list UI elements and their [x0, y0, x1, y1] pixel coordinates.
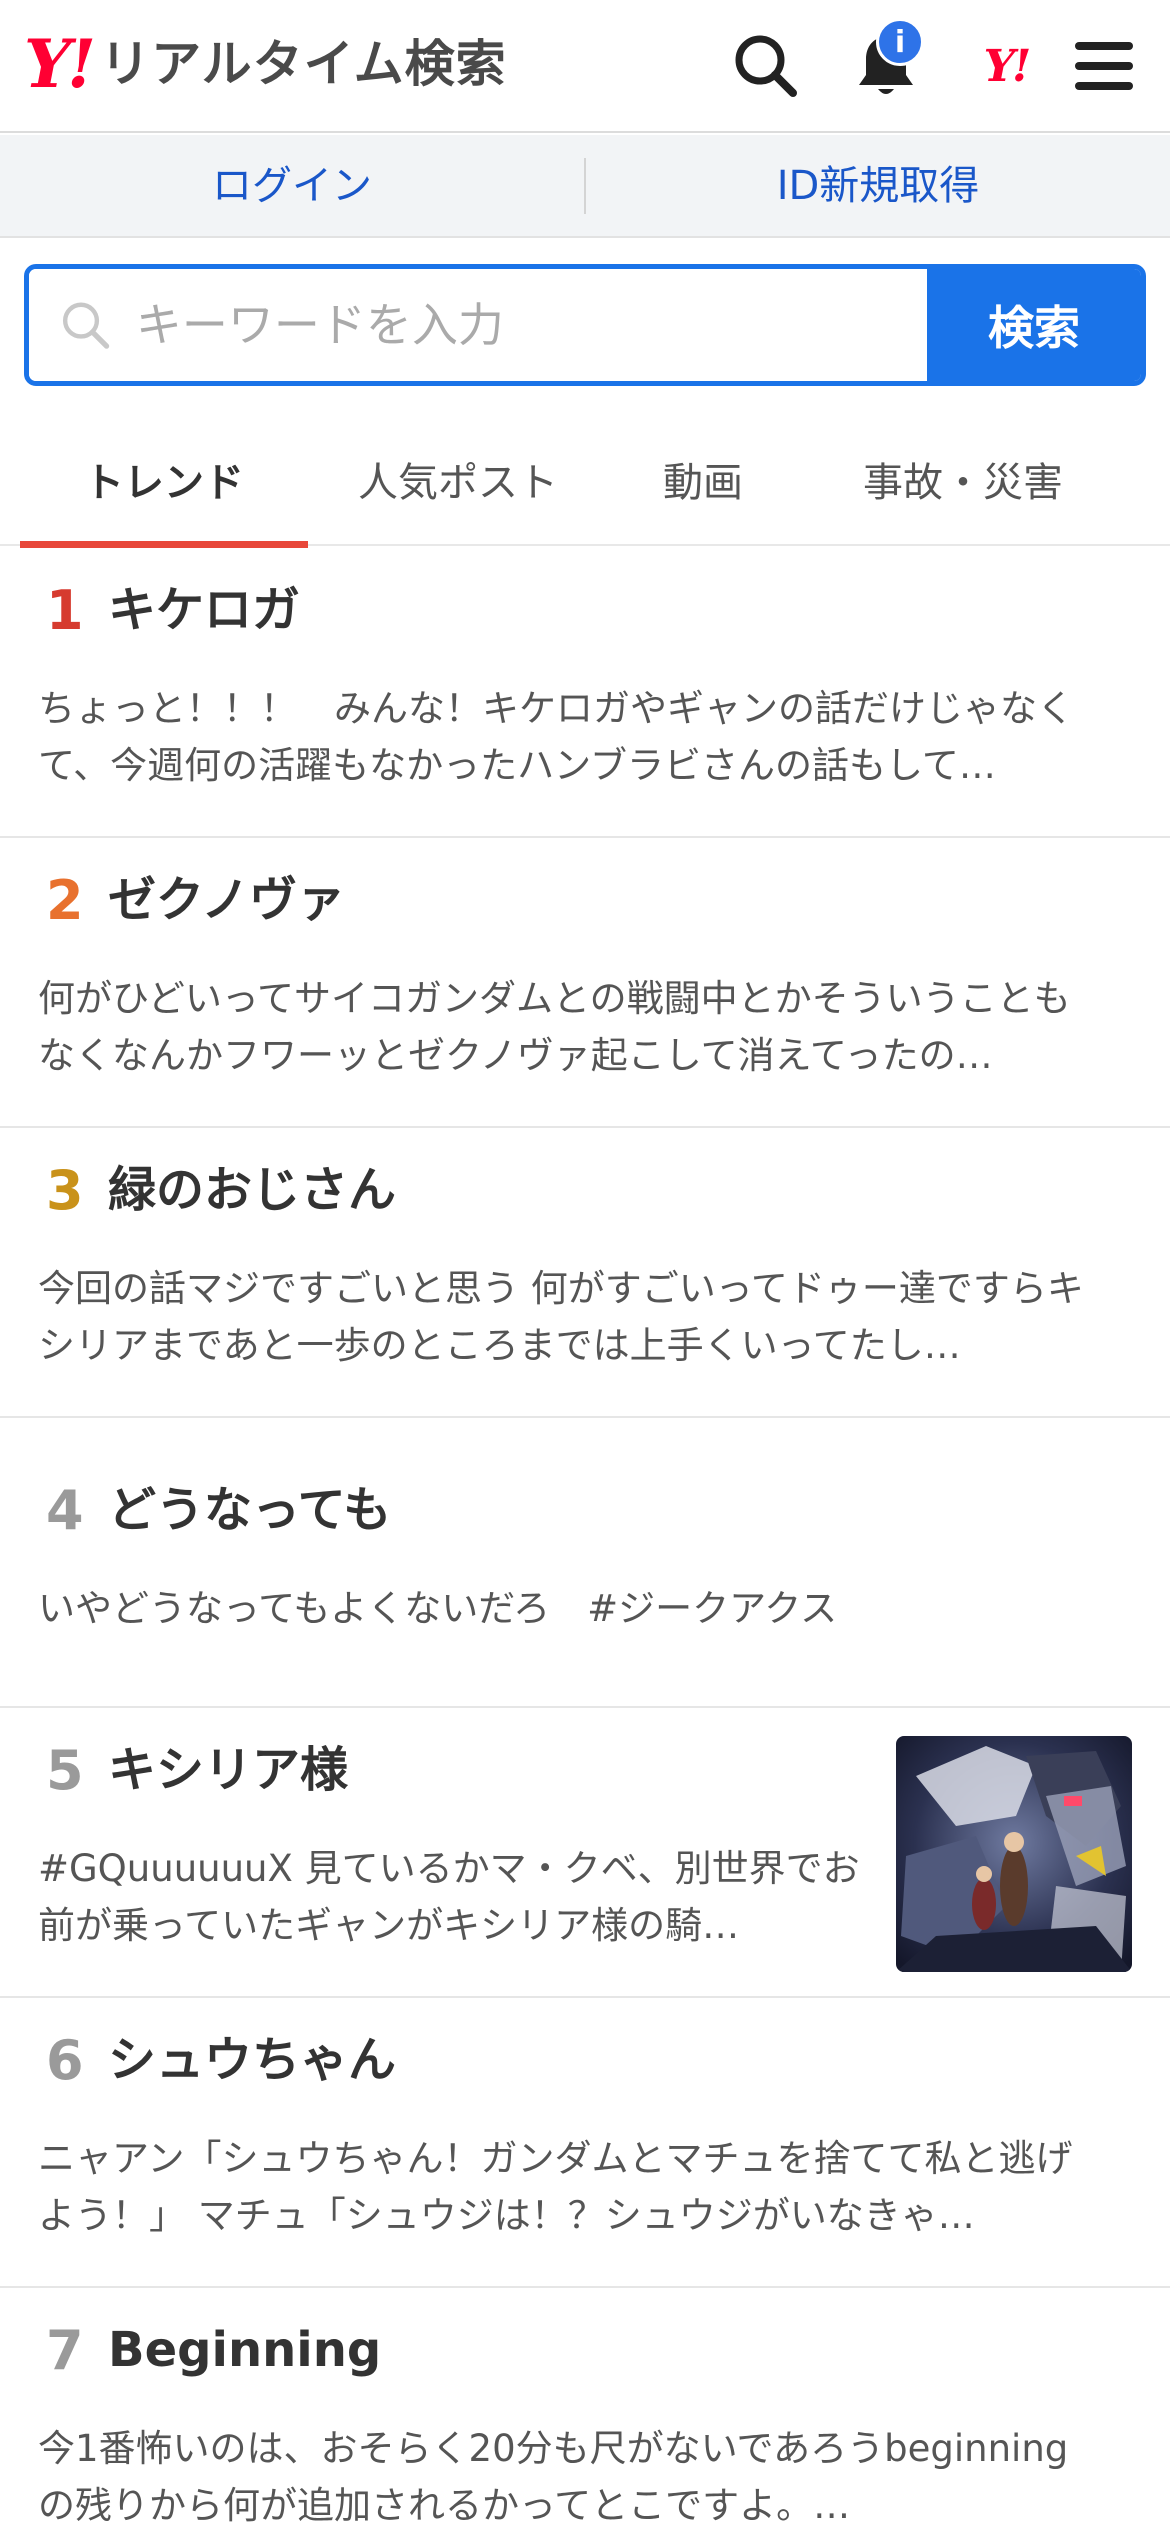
trend-item-2[interactable]: 2 ゼクノヴァ 何がひどいってサイコガンダムとの戦闘中とかそういうこともなくなん… — [0, 838, 1170, 1128]
trend-item-3[interactable]: 3 緑のおじさん 今回の話マジですごいと思う 何がすごいってドゥー達ですらキシリ… — [0, 1128, 1170, 1418]
trend-description: ちょっと！！！ みんな！キケロガやギャンの話だけじゃなくて、今週何の活躍もなかっ… — [38, 687, 1074, 787]
hamburger-menu-icon[interactable] — [1066, 28, 1142, 104]
trend-description: いやどうなってもよくないだろ #ジークアクス — [38, 1587, 838, 1630]
trend-title: 緑のおじさん — [108, 1162, 397, 1218]
yahoo-japan-icon[interactable]: Y! — [968, 28, 1044, 104]
logo-title: リアルタイム検索 — [100, 35, 507, 93]
search-icon[interactable] — [728, 28, 804, 104]
tab-trend[interactable]: トレンド — [20, 412, 308, 548]
tab-popular-posts[interactable]: 人気ポスト — [308, 412, 608, 546]
trend-item-1[interactable]: 1 キケロガ ちょっと！！！ みんな！キケロガやギャンの話だけじゃなくて、今週何… — [0, 548, 1170, 838]
yahoo-logo-mark: Y! — [24, 25, 96, 103]
trend-title: キケロガ — [108, 582, 301, 638]
trend-rank: 4 — [46, 1479, 84, 1542]
trend-description: 今回の話マジですごいと思う 何がすごいってドゥー達ですらキシリアまであと一歩のと… — [38, 1267, 1084, 1367]
trend-item-4[interactable]: 4 どうなっても いやどうなってもよくないだろ #ジークアクス — [0, 1418, 1170, 1708]
trend-item-7[interactable]: 7 Beginning 今1番怖いのは、おそらく20分も尺がないであろうbegi… — [0, 2288, 1170, 2528]
login-link[interactable]: ログイン — [0, 166, 584, 206]
trend-description: 何がひどいってサイコガンダムとの戦闘中とかそういうこともなくなんかフワーッとゼク… — [38, 977, 1071, 1077]
trend-title: キシリア様 — [108, 1742, 349, 1798]
notification-bell-icon[interactable]: i — [848, 18, 924, 104]
trend-list: 1 キケロガ ちょっと！！！ みんな！キケロガやギャンの話だけじゃなくて、今週何… — [0, 548, 1170, 2528]
trend-thumbnail-image[interactable] — [896, 1736, 1132, 1972]
tab-videos[interactable]: 動画 — [608, 412, 798, 546]
search-field-icon — [62, 302, 110, 349]
trend-rank: 2 — [46, 869, 84, 932]
trend-item-6[interactable]: 6 シュウちゃん ニャアン「シュウちゃん！ガンダムとマチュを捨てて私と逃げよう！… — [0, 1998, 1170, 2288]
trend-description: ニャアン「シュウちゃん！ガンダムとマチュを捨てて私と逃げよう！」 マチュ「シュウ… — [38, 2137, 1073, 2237]
trend-rank: 5 — [46, 1739, 84, 1802]
trend-rank: 7 — [46, 2319, 84, 2382]
app-header: Y! リアルタイム検索 i Y! — [0, 0, 1170, 133]
trend-rank: 1 — [46, 579, 84, 642]
trend-title: Beginning — [108, 2322, 382, 2378]
search-field-wrapper — [29, 269, 927, 381]
register-id-link[interactable]: ID新規取得 — [586, 166, 1170, 206]
trend-rank: 6 — [46, 2029, 84, 2092]
search-form: 検索 — [24, 264, 1146, 386]
trend-title: シュウちゃん — [108, 2032, 397, 2088]
trend-rank: 3 — [46, 1159, 84, 1222]
tab-accidents-disasters[interactable]: 事故・災害 — [798, 412, 1128, 546]
trend-title: どうなっても — [108, 1482, 392, 1538]
search-button[interactable]: 検索 — [927, 269, 1141, 381]
notification-badge: i — [876, 18, 924, 66]
yahoo-realtime-logo[interactable]: Y! リアルタイム検索 — [24, 28, 507, 100]
search-input[interactable] — [135, 298, 927, 352]
trend-title: ゼクノヴァ — [108, 872, 346, 928]
yahoo-japan-mark: Y! — [983, 40, 1032, 92]
login-bar: ログイン ID新規取得 — [0, 135, 1170, 238]
trend-description: #GQuuuuuuX 見ているかマ・クベ、別世界でお前が乗っていたギャンがキシリ… — [38, 1847, 860, 1947]
trend-item-5[interactable]: 5 キシリア様 #GQuuuuuuX 見ているかマ・クベ、別世界でお前が乗ってい… — [0, 1708, 1170, 1998]
category-tabs: トレンド 人気ポスト 動画 事故・災害 — [0, 412, 1170, 548]
trend-description: 今1番怖いのは、おそらく20分も尺がないであろうbeginningの残りから何が… — [38, 2427, 1069, 2527]
